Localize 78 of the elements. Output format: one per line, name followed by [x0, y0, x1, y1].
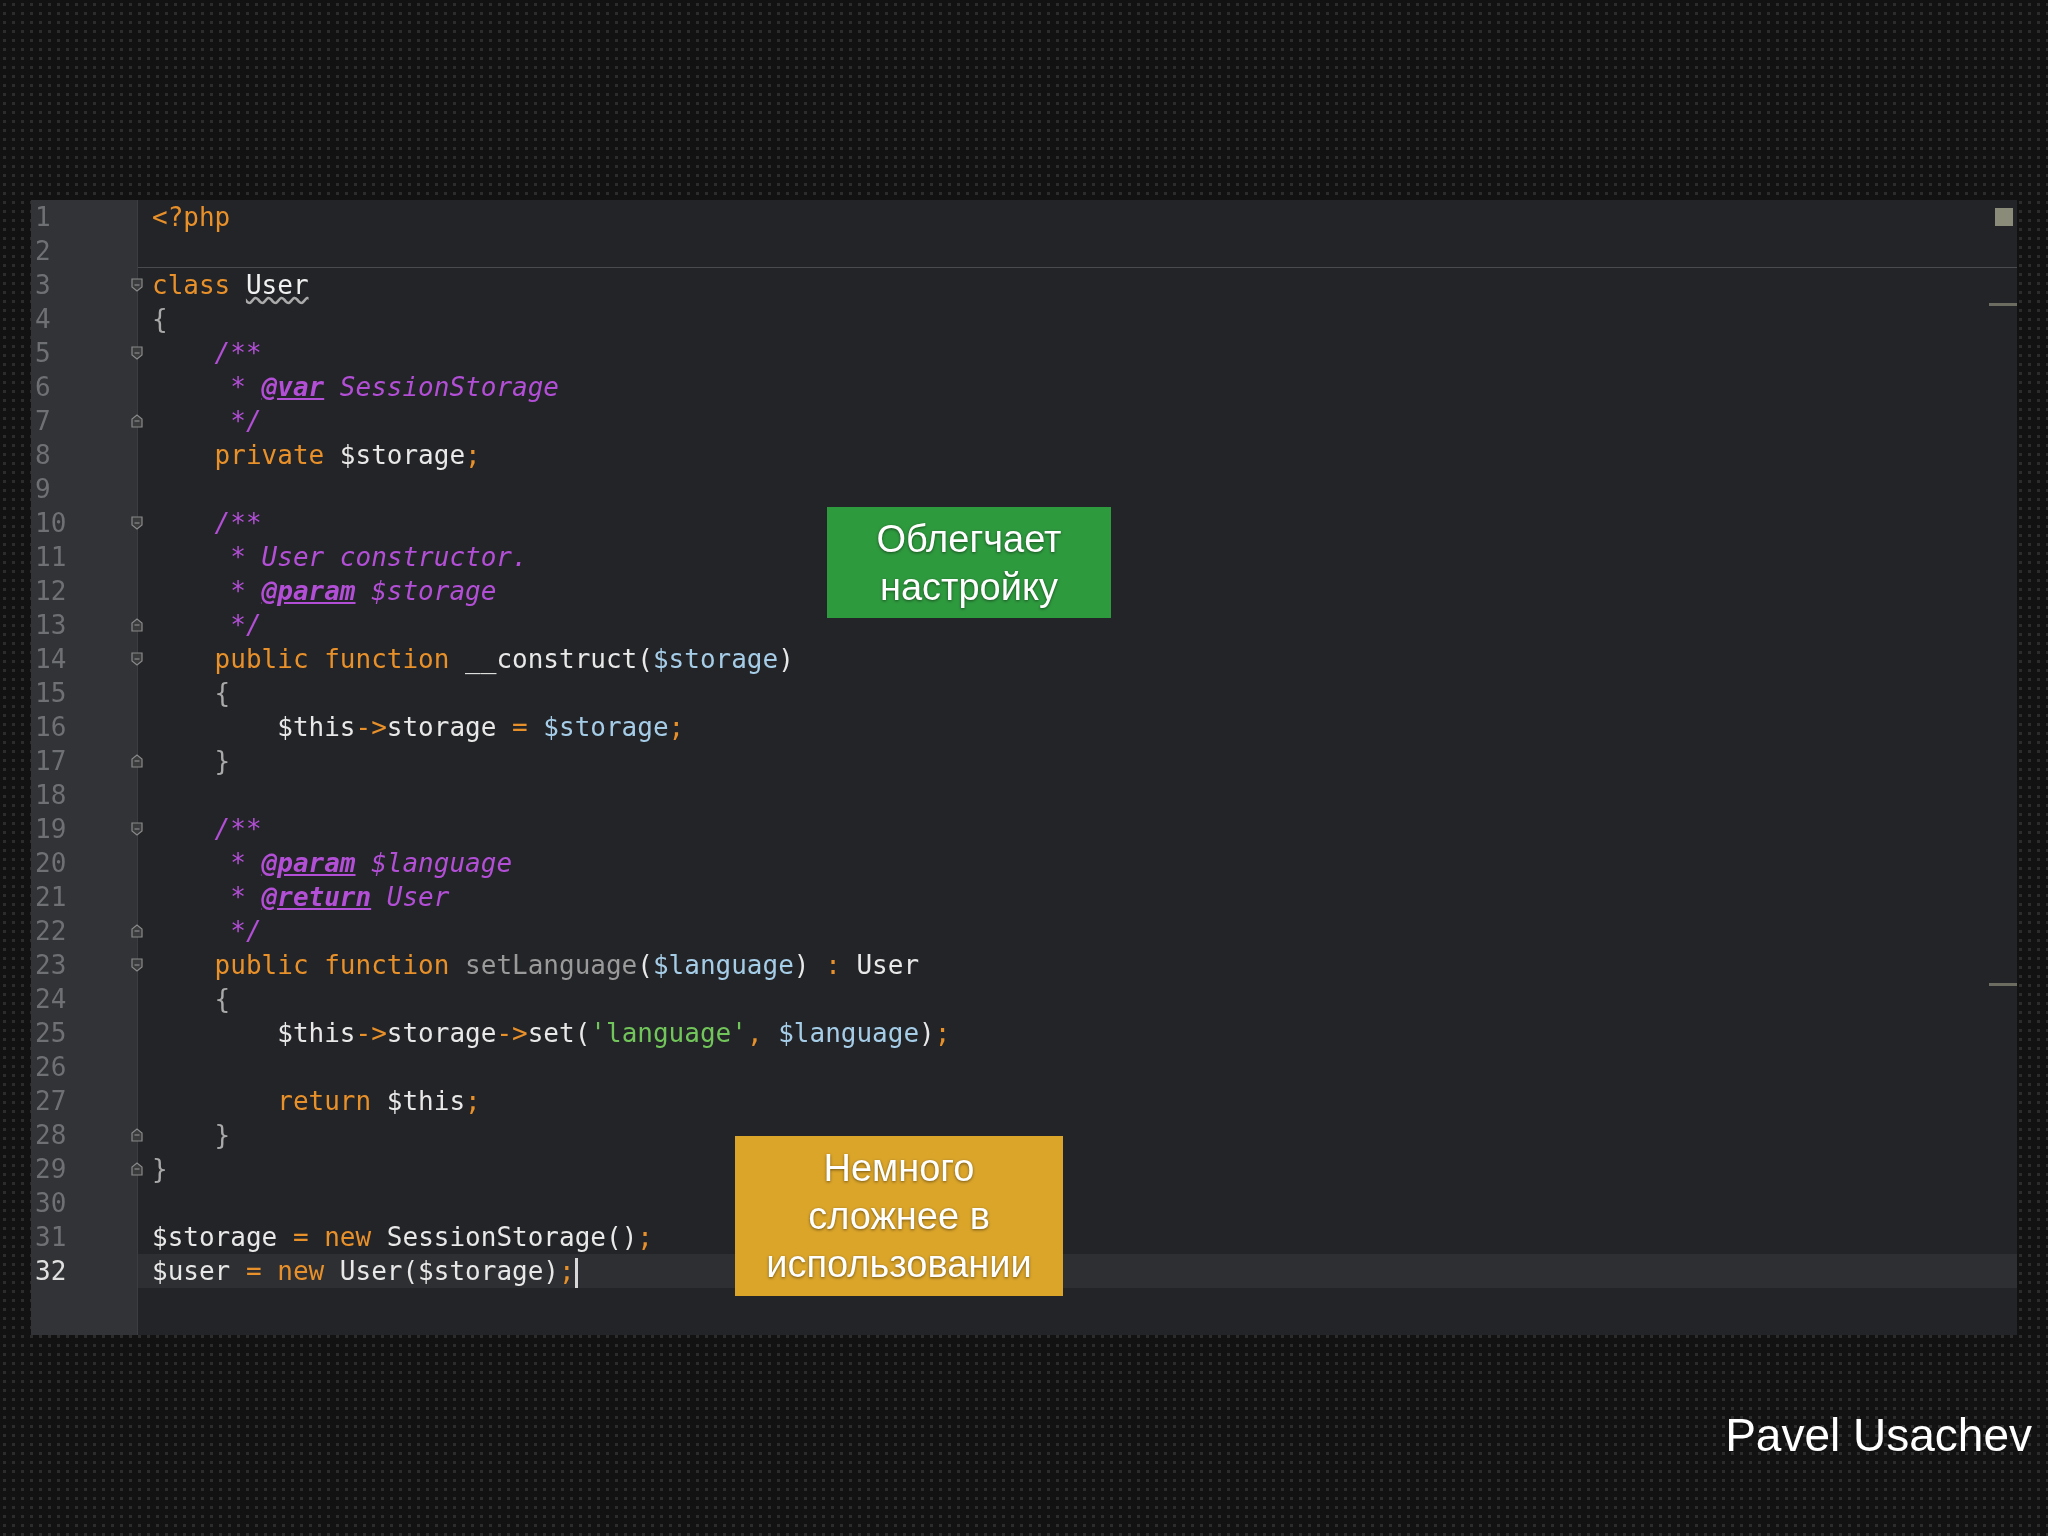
fold-marker-icon[interactable]	[131, 278, 143, 292]
code-line: {	[152, 304, 168, 334]
line-number: 2	[35, 235, 51, 268]
code-line: }	[152, 1154, 168, 1184]
code-line: return $this;	[276, 1086, 481, 1116]
fold-marker-icon[interactable]	[131, 414, 143, 428]
code-line: private $storage;	[213, 440, 481, 470]
code-line: * User constructor.	[229, 542, 528, 572]
error-stripe-mark	[1989, 983, 2017, 986]
author-name: Pavel Usachev	[1725, 1408, 2032, 1463]
line-number: 23	[35, 949, 67, 982]
code-line: $user = new User($storage);	[152, 1256, 575, 1286]
code-line: * @return User	[229, 882, 450, 912]
code-line: /**	[213, 814, 262, 844]
code-line: $storage = new SessionStorage();	[152, 1222, 653, 1252]
fold-marker-icon[interactable]	[131, 652, 143, 666]
line-number: 22	[35, 915, 67, 948]
code-line: * @param $storage	[229, 576, 497, 606]
code-line: /**	[213, 338, 262, 368]
line-number: 17	[35, 745, 67, 778]
fold-marker-icon[interactable]	[131, 516, 143, 530]
fold-marker-icon[interactable]	[131, 1162, 143, 1176]
code-line: /**	[213, 508, 262, 538]
line-number: 25	[35, 1017, 67, 1050]
callout-note: Немного сложнее в использовании	[735, 1136, 1063, 1296]
fold-marker-icon[interactable]	[131, 618, 143, 632]
line-number: 8	[35, 439, 51, 472]
line-number: 11	[35, 541, 67, 574]
line-number: 12	[35, 575, 67, 608]
code-line: }	[213, 1120, 231, 1150]
line-number: 26	[35, 1051, 67, 1084]
code-line: $this->storage->set('language', $language);	[276, 1018, 951, 1048]
line-number: 10	[35, 507, 67, 540]
line-number: 13	[35, 609, 67, 642]
line-number: 31	[35, 1221, 67, 1254]
line-number: 4	[35, 303, 51, 336]
line-number: 21	[35, 881, 67, 914]
code-line: public function setLanguage($language) : User	[213, 950, 920, 980]
code-line: */	[229, 406, 262, 436]
fold-marker-icon[interactable]	[131, 958, 143, 972]
fold-marker-icon[interactable]	[131, 754, 143, 768]
line-number: 7	[35, 405, 51, 438]
status-indicator-icon	[1995, 208, 2013, 226]
code-line: class User	[152, 270, 309, 300]
line-number: 19	[35, 813, 67, 846]
text-caret	[574, 1257, 578, 1288]
code-line: */	[229, 916, 262, 946]
line-number: 15	[35, 677, 67, 710]
line-number: 27	[35, 1085, 67, 1118]
line-number: 9	[35, 473, 51, 506]
line-number: 3	[35, 269, 51, 302]
code-line: */	[229, 610, 262, 640]
fold-marker-icon[interactable]	[131, 1128, 143, 1142]
line-number: 24	[35, 983, 67, 1016]
code-line: * @param $language	[229, 848, 513, 878]
line-number: 28	[35, 1119, 67, 1152]
line-number: 29	[35, 1153, 67, 1186]
fold-marker-icon[interactable]	[131, 346, 143, 360]
fold-marker-icon[interactable]	[131, 924, 143, 938]
line-number: 1	[35, 201, 51, 234]
line-number: 16	[35, 711, 67, 744]
line-number: 20	[35, 847, 67, 880]
line-number: 30	[35, 1187, 67, 1220]
line-number: 14	[35, 643, 67, 676]
code-line: * @var SessionStorage	[229, 372, 559, 402]
line-number: 18	[35, 779, 67, 812]
code-line: <?php	[152, 202, 231, 232]
code-line: }	[213, 746, 231, 776]
line-number: 6	[35, 371, 51, 404]
code-line: public function __construct($storage)	[213, 644, 794, 674]
line-number: 32	[35, 1255, 67, 1288]
line-number: 5	[35, 337, 51, 370]
error-stripe-mark	[1989, 303, 2017, 306]
code-line: {	[213, 678, 231, 708]
code-line: {	[213, 984, 231, 1014]
code-line: $this->storage = $storage;	[276, 712, 685, 742]
callout-note: Облегчает настройку	[827, 507, 1111, 618]
fold-marker-icon[interactable]	[131, 822, 143, 836]
